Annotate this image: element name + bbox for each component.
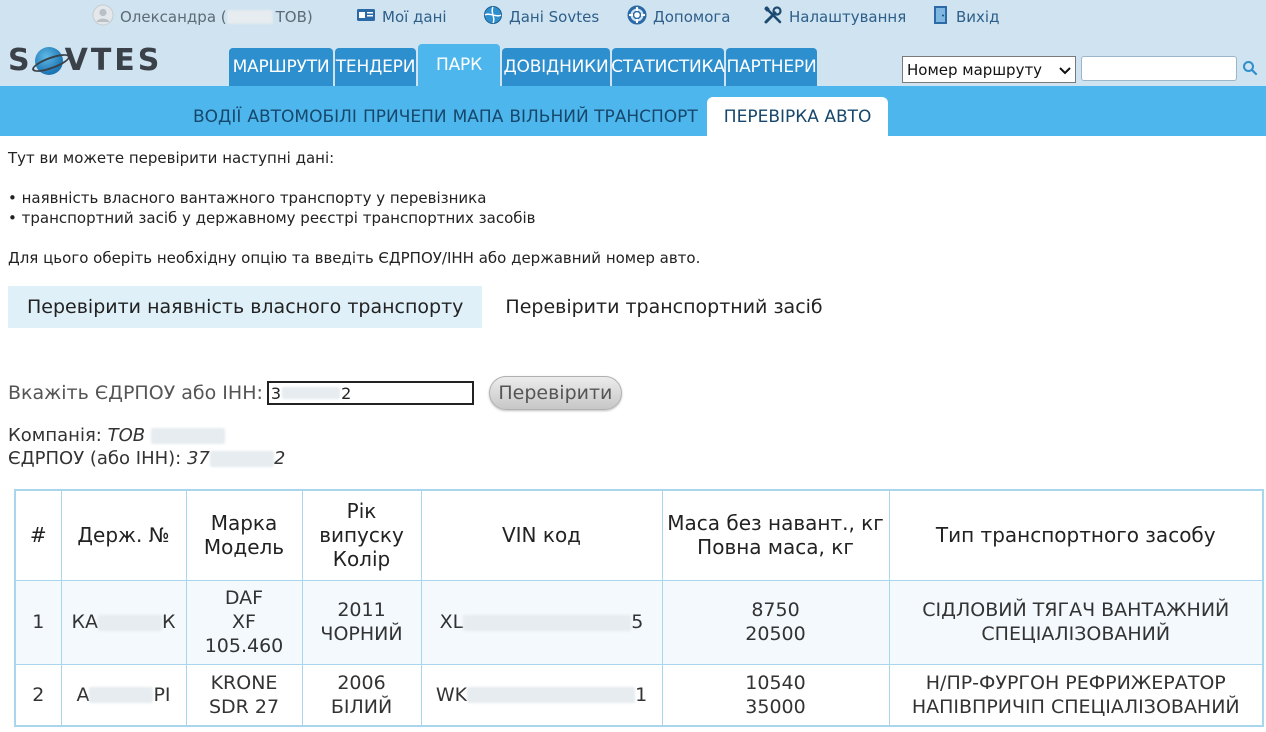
cell-number: 2 bbox=[14, 663, 62, 727]
logout-link[interactable]: Вихід bbox=[932, 6, 999, 28]
cell-vehicle-type: СІДЛОВИЙ ТЯГАЧ ВАНТАЖНИЙ СПЕЦІАЛІЗОВАНИЙ bbox=[888, 579, 1264, 665]
settings-link[interactable]: Налаштування bbox=[763, 6, 906, 28]
intro-bullet: • транспортний засіб у державному реєстр… bbox=[8, 209, 536, 227]
exit-door-icon bbox=[932, 5, 950, 29]
redacted-text bbox=[467, 687, 636, 704]
cell-make-model: KRONE SDR 27 bbox=[185, 663, 303, 727]
company-row: Компанія: ТОВ bbox=[8, 424, 285, 447]
col-header-vehicle-type: Тип транспортного засобу bbox=[888, 489, 1264, 581]
logout-label: Вихід bbox=[956, 8, 1000, 26]
check-vehicle-tab[interactable]: Перевірити транспортний засіб bbox=[482, 286, 845, 328]
edrpou-result-end: 2 bbox=[273, 448, 286, 469]
subnav-vehicles[interactable]: АВТОМОБІЛІ bbox=[244, 101, 360, 133]
cell-mass: 8750 20500 bbox=[661, 579, 890, 665]
redacted-text bbox=[226, 10, 273, 24]
search-type-value: Номер маршруту bbox=[907, 60, 1043, 79]
cell-make-model: DAF XF 105.460 bbox=[185, 579, 303, 665]
edrpou-value-start: 3 bbox=[270, 383, 282, 403]
edrpou-row: ЄДРПОУ (або ІНН): 37 2 bbox=[8, 447, 285, 470]
user-menu[interactable]: Олександра ( ТОВ) bbox=[92, 4, 313, 30]
cell-year-color: 2011 ЧОРНИЙ bbox=[301, 579, 422, 665]
sub-nav: ВОДІЇ АВТОМОБІЛІ ПРИЧЕПИ МАПА ВІЛЬНИЙ ТР… bbox=[0, 86, 1266, 137]
company-label: Компанія: bbox=[8, 425, 102, 446]
logo-text-right: VTES bbox=[64, 43, 163, 78]
cell-vin: XL 5 bbox=[420, 579, 663, 665]
cell-mass: 10540 35000 bbox=[661, 663, 890, 727]
col-header-vin: VIN код bbox=[420, 489, 663, 581]
sovtes-data-label: Дані Sovtes bbox=[509, 8, 600, 26]
table-row: 2 А РІ KRONE SDR 27 2006 БІЛИЙ WK 1 10540 … bbox=[14, 663, 1264, 727]
globe-icon bbox=[483, 5, 503, 29]
my-data-label: Мої дані bbox=[382, 8, 447, 26]
cell-year-color: 2006 БІЛИЙ bbox=[301, 663, 422, 727]
redacted-text bbox=[463, 614, 632, 631]
sovtes-data-link[interactable]: Дані Sovtes bbox=[483, 6, 599, 28]
sovtes-logo[interactable]: S VTES bbox=[8, 43, 162, 78]
cell-vehicle-type: Н/ПР-ФУРГОН РЕФРИЖЕРАТОР НАПІВПРИЧІП СПЕ… bbox=[888, 663, 1264, 727]
table-header-row: # Держ. № Марка Модель Рік випуску Колір… bbox=[14, 489, 1264, 581]
cell-plate: А РІ bbox=[60, 663, 187, 727]
logo-globe-icon bbox=[34, 46, 63, 75]
subnav-trailers[interactable]: ПРИЧЕПИ bbox=[360, 101, 450, 133]
subnav-vehicle-check[interactable]: ПЕРЕВІРКА АВТО bbox=[706, 97, 889, 137]
check-button[interactable]: Перевірити bbox=[488, 376, 622, 410]
nav-tab-park[interactable]: ПАРК bbox=[418, 44, 500, 86]
nav-tab-statistics[interactable]: СТАТИСТИКА bbox=[611, 48, 725, 86]
check-own-transport-tab[interactable]: Перевірити наявність власного транспорту bbox=[8, 286, 483, 328]
edrpou-result-start: 37 bbox=[186, 448, 210, 469]
intro-line: Тут ви можете перевірити наступні дані: bbox=[8, 149, 335, 167]
main-nav: МАРШРУТИ ТЕНДЕРИ ПАРК ДОВІДНИКИ СТАТИСТИ… bbox=[229, 44, 819, 86]
col-header-make-model: Марка Модель bbox=[185, 489, 303, 581]
redacted-text bbox=[89, 687, 154, 704]
edrpou-label: Вкажіть ЄДРПОУ або ІНН: bbox=[8, 382, 263, 404]
user-name: Олександра ( bbox=[120, 8, 227, 26]
cell-number: 1 bbox=[14, 579, 62, 665]
col-header-number: # bbox=[14, 489, 62, 581]
nav-tab-routes[interactable]: МАРШРУТИ bbox=[229, 48, 333, 86]
col-header-plate: Держ. № bbox=[60, 489, 187, 581]
user-avatar-icon bbox=[92, 4, 114, 30]
intro-text: Тут ви можете перевірити наступні дані: … bbox=[8, 148, 1258, 268]
vehicles-table: # Держ. № Марка Модель Рік випуску Колір… bbox=[14, 489, 1264, 727]
subnav-map[interactable]: МАПА bbox=[450, 101, 507, 133]
main-header: S VTES МАРШРУТИ ТЕНДЕРИ ПАРК ДОВІДНИКИ С… bbox=[0, 34, 1266, 86]
edrpou-form: Вкажіть ЄДРПОУ або ІНН: 3 2 Перевірити bbox=[8, 376, 622, 410]
nav-tab-tenders[interactable]: ТЕНДЕРИ bbox=[335, 48, 416, 86]
table-row: 1 КА К DAF XF 105.460 2011 ЧОРНИЙ XL 5 875… bbox=[14, 579, 1264, 665]
intro-bullet: • наявність власного вантажного транспор… bbox=[8, 189, 487, 207]
cell-plate: КА К bbox=[60, 579, 187, 665]
edrpou-value-end: 2 bbox=[341, 383, 352, 403]
help-label: Допомога bbox=[653, 8, 731, 26]
logo-text-left: S bbox=[8, 43, 33, 78]
redacted-text bbox=[209, 451, 274, 467]
edrpou-input[interactable]: 3 2 bbox=[266, 381, 474, 405]
top-user-bar: Олександра ( ТОВ) Мої дані Дані Sovtes Д… bbox=[0, 0, 1266, 34]
help-link[interactable]: Допомога bbox=[627, 5, 731, 29]
intro-instruction: Для цього оберіть необхідну опцію та вве… bbox=[8, 249, 701, 267]
cell-vin: WK 1 bbox=[420, 663, 663, 727]
lifebuoy-icon bbox=[627, 5, 647, 29]
chevron-down-icon bbox=[1059, 61, 1071, 79]
redacted-text bbox=[282, 387, 341, 399]
col-header-year-color: Рік випуску Колір bbox=[301, 489, 422, 581]
check-option-tabs: Перевірити наявність власного транспорту… bbox=[8, 286, 846, 328]
tools-icon bbox=[763, 5, 783, 29]
nav-tab-directories[interactable]: ДОВІДНИКИ bbox=[502, 48, 610, 86]
subnav-free-transport[interactable]: ВІЛЬНИЙ ТРАНСПОРТ bbox=[506, 101, 700, 133]
company-info: Компанія: ТОВ ЄДРПОУ (або ІНН): 37 2 bbox=[8, 424, 285, 470]
redacted-text bbox=[98, 614, 162, 631]
id-card-icon bbox=[356, 7, 376, 27]
search-type-select[interactable]: Номер маршруту bbox=[902, 56, 1076, 83]
settings-label: Налаштування bbox=[789, 8, 907, 26]
nav-tab-partners[interactable]: ПАРТНЕРИ bbox=[726, 48, 817, 86]
redacted-text bbox=[150, 428, 225, 444]
edrpou-result-label: ЄДРПОУ (або ІНН): bbox=[8, 448, 182, 469]
col-header-mass: Маса без навант., кг Повна маса, кг bbox=[661, 489, 890, 581]
my-data-link[interactable]: Мої дані bbox=[356, 6, 447, 28]
subnav-drivers[interactable]: ВОДІЇ bbox=[190, 101, 244, 133]
user-company: ТОВ) bbox=[275, 8, 313, 26]
company-name: ТОВ bbox=[107, 425, 146, 446]
search-icon[interactable] bbox=[1242, 60, 1258, 76]
search-input[interactable] bbox=[1081, 56, 1237, 81]
